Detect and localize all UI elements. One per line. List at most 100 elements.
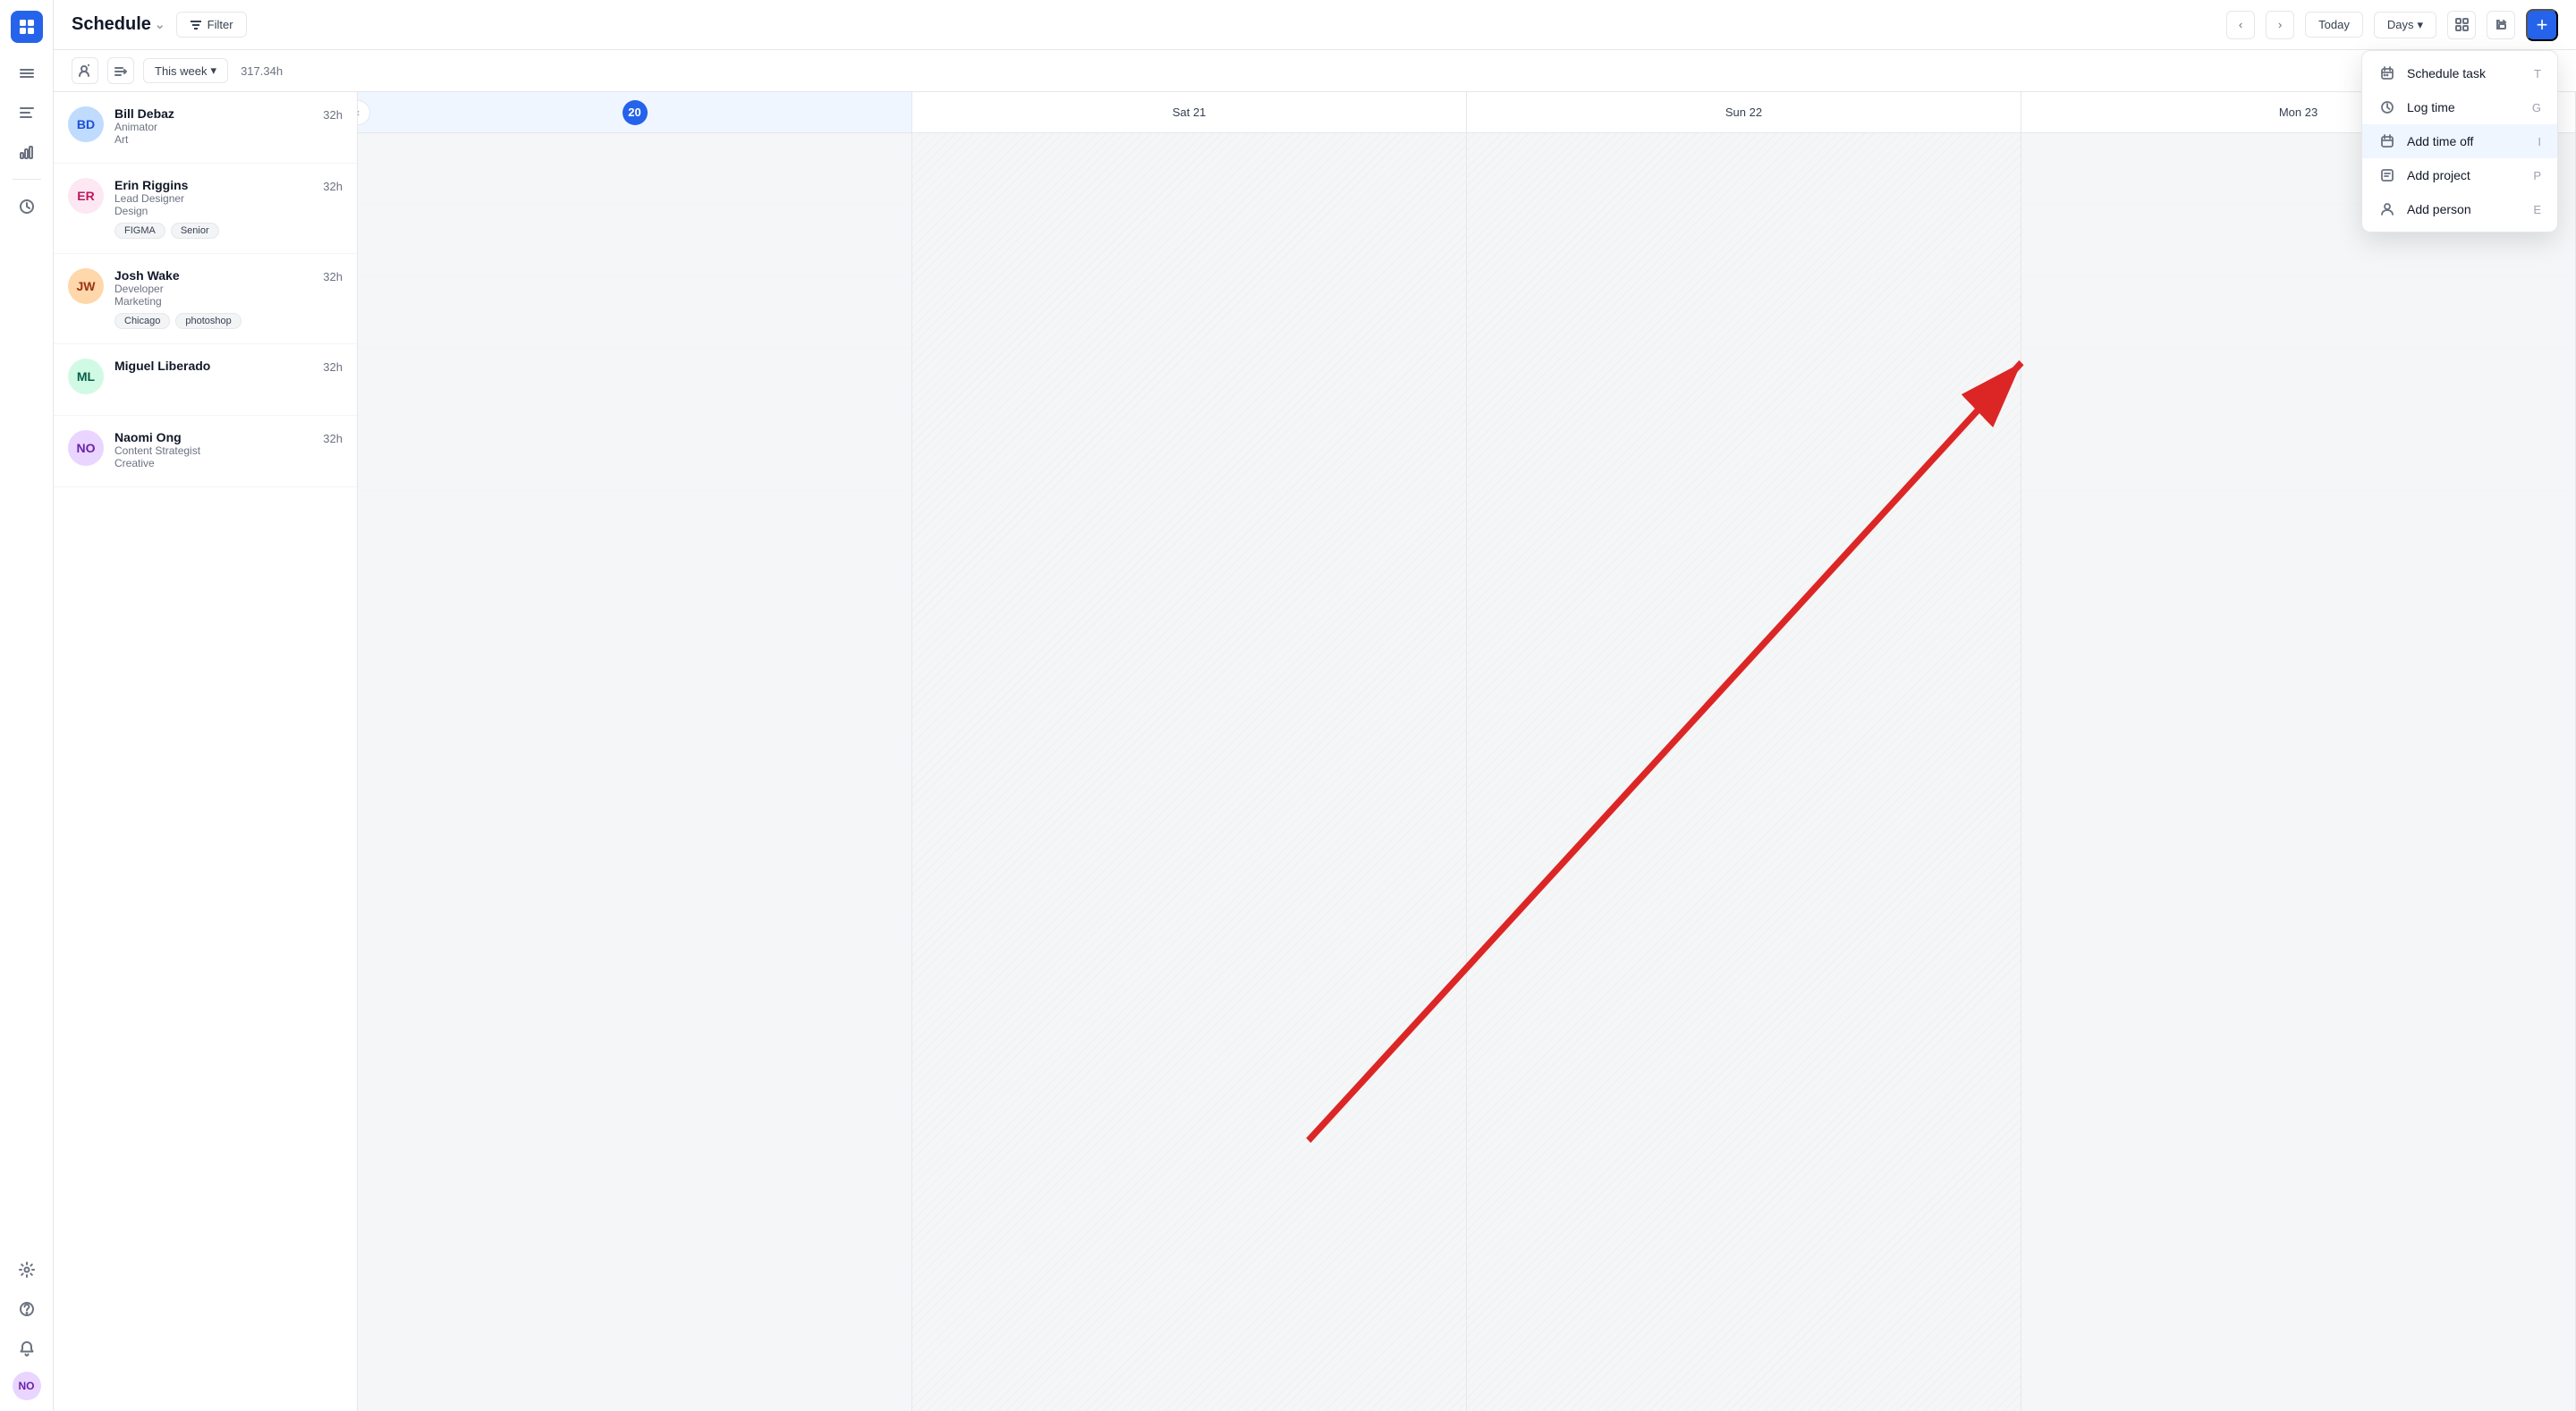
sort-icon (114, 64, 127, 77)
person-row[interactable]: JW Josh Wake Developer Marketing Chicago… (54, 254, 357, 344)
person-dept: Marketing (114, 295, 312, 308)
prev-nav-button[interactable]: ‹ (2226, 11, 2255, 39)
person-row[interactable]: BD Bill Debaz Animator Art 32h (54, 92, 357, 164)
sidebar-chart-icon[interactable] (11, 136, 43, 168)
person-role: Developer (114, 283, 312, 295)
person-info: Josh Wake Developer Marketing Chicagopho… (114, 268, 312, 329)
day-label: Mon 23 (2279, 106, 2318, 119)
days-button[interactable]: Days ▾ (2374, 12, 2436, 38)
main-content: Schedule ⌄ Filter ‹ › Today Days ▾ (54, 0, 2576, 1411)
person-avatar: NO (68, 430, 104, 466)
view-toggle-button[interactable] (2447, 11, 2476, 39)
menu-item-add-person[interactable]: Add person E (2362, 192, 2557, 226)
menu-item-label: Add project (2407, 168, 2470, 182)
add-person-toolbar-button[interactable] (72, 57, 98, 84)
menu-item-add-time-off[interactable]: Add time off I (2362, 124, 2557, 158)
next-nav-button[interactable]: › (2266, 11, 2294, 39)
export-icon (2495, 18, 2508, 31)
person-name: Bill Debaz (114, 106, 312, 121)
calendar-prev-button[interactable]: ‹ (358, 100, 370, 125)
calendar-person-cell[interactable] (912, 419, 1466, 491)
add-button[interactable]: + (2526, 9, 2558, 41)
person-tags: Chicagophotoshop (114, 313, 312, 329)
person-role: Animator (114, 121, 312, 133)
menu-item-log-time[interactable]: Log time G (2362, 90, 2557, 124)
settings-icon[interactable] (11, 1254, 43, 1286)
person-hours: 32h (323, 432, 343, 445)
person-name: Naomi Ong (114, 430, 312, 444)
calendar-person-cell[interactable] (912, 276, 1466, 348)
person-dept: Design (114, 205, 312, 217)
menu-item-add-project[interactable]: Add project P (2362, 158, 2557, 192)
calendar-person-cell[interactable] (1467, 419, 2021, 491)
calendar-person-cell[interactable] (1467, 348, 2021, 419)
person-role: Lead Designer (114, 192, 312, 205)
person-info: Naomi Ong Content Strategist Creative (114, 430, 312, 469)
person-info: Bill Debaz Animator Art (114, 106, 312, 146)
calendar-person-cell[interactable] (912, 205, 1466, 276)
calendar-person-cell[interactable] (1467, 276, 2021, 348)
calendar-person-cell[interactable] (1467, 133, 2021, 205)
menu-item-schedule-task[interactable]: Schedule task T (2362, 56, 2557, 90)
person-menu-icon (2378, 202, 2396, 216)
filter-icon (190, 19, 202, 31)
person-tag: FIGMA (114, 223, 165, 239)
header: Schedule ⌄ Filter ‹ › Today Days ▾ (54, 0, 2576, 50)
person-hours: 32h (323, 108, 343, 122)
calendar-day-header: ‹ 20 (358, 92, 912, 132)
calendar-off-menu-icon (2378, 134, 2396, 148)
week-label: This week (155, 64, 208, 78)
add-person-icon (79, 64, 91, 77)
person-tag: Senior (171, 223, 219, 239)
sort-toolbar-button[interactable] (107, 57, 134, 84)
person-row[interactable]: ML Miguel Liberado 32h (54, 344, 357, 416)
calendar-area: ‹ 20 Sat 21 Sun 22 Mon 23 (358, 92, 2576, 1411)
help-icon[interactable] (11, 1293, 43, 1325)
title-chevron-icon[interactable]: ⌄ (155, 17, 165, 32)
sidebar-divider (13, 179, 41, 180)
app-logo[interactable] (11, 11, 43, 43)
schedule-menu-icon (2378, 66, 2396, 80)
total-hours: 317.34h (241, 64, 283, 78)
calendar-day-header: Sat 21 (912, 92, 1467, 132)
day-label: Sun 22 (1725, 106, 1762, 119)
bell-icon[interactable] (11, 1332, 43, 1365)
person-hours: 32h (323, 270, 343, 283)
person-tag: Chicago (114, 313, 170, 329)
calendar-person-cell[interactable] (358, 205, 911, 276)
menu-item-shortcut: E (2533, 203, 2541, 216)
calendar-person-cell[interactable] (1467, 205, 2021, 276)
week-selector[interactable]: This week ▾ (143, 58, 228, 83)
calendar-person-cell[interactable] (358, 133, 911, 205)
calendar-person-cell[interactable] (358, 276, 911, 348)
project-menu-icon (2378, 168, 2396, 182)
calendar-person-cell[interactable] (358, 419, 911, 491)
today-button[interactable]: Today (2305, 12, 2363, 38)
clock-menu-icon (2378, 100, 2396, 114)
person-hours: 32h (323, 360, 343, 374)
calendar-person-cell[interactable] (358, 348, 911, 419)
calendar-person-cell[interactable] (2021, 419, 2575, 491)
calendar-day-column (1467, 133, 2021, 1411)
sidebar-menu-icon[interactable] (11, 57, 43, 89)
person-dept: Creative (114, 457, 312, 469)
calendar-person-cell[interactable] (912, 133, 1466, 205)
menu-item-label: Add person (2407, 202, 2471, 216)
user-avatar[interactable]: NO (13, 1372, 41, 1400)
sidebar-clock-icon[interactable] (11, 190, 43, 223)
calendar-day-column (2021, 133, 2576, 1411)
filter-button[interactable]: Filter (176, 12, 247, 38)
calendar-person-cell[interactable] (2021, 348, 2575, 419)
person-row[interactable]: NO Naomi Ong Content Strategist Creative… (54, 416, 357, 487)
sidebar-list-icon[interactable] (11, 97, 43, 129)
title-text: Schedule (72, 14, 151, 35)
calendar-person-cell[interactable] (2021, 276, 2575, 348)
menu-item-label: Log time (2407, 100, 2455, 114)
calendar-day-header: Sun 22 (1467, 92, 2021, 132)
calendar-person-cell[interactable] (912, 348, 1466, 419)
calendar-header: ‹ 20 Sat 21 Sun 22 Mon 23 (358, 92, 2576, 133)
export-button[interactable] (2487, 11, 2515, 39)
person-row[interactable]: ER Erin Riggins Lead Designer Design FIG… (54, 164, 357, 254)
calendar-day-column (358, 133, 912, 1411)
person-name: Miguel Liberado (114, 359, 312, 373)
